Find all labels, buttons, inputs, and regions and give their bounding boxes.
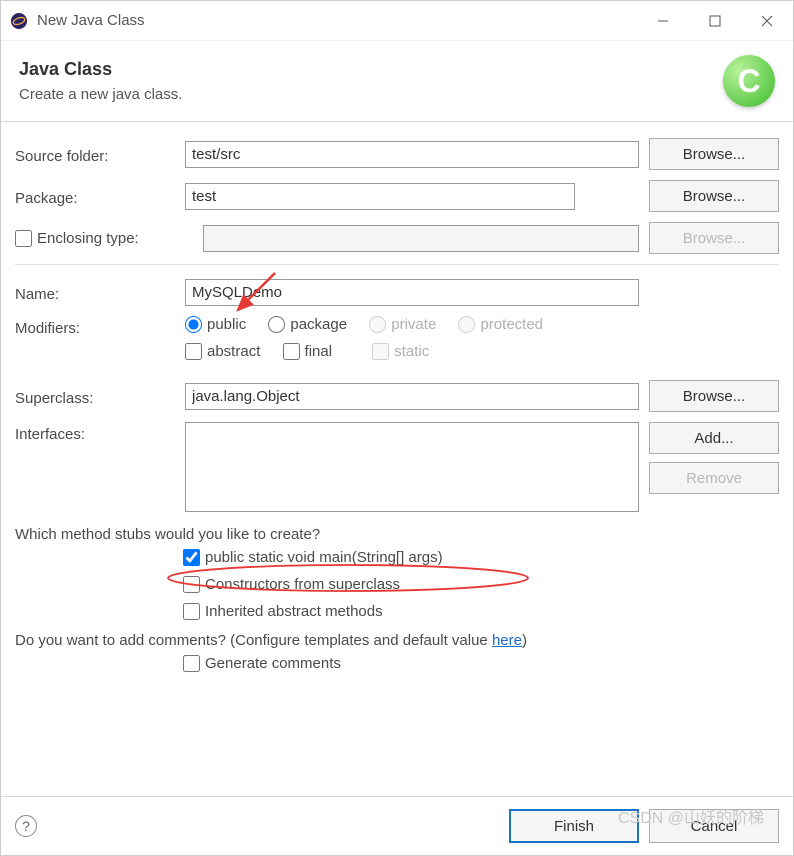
configure-templates-link[interactable]: here	[492, 632, 522, 649]
stub-constructors-check[interactable]: Constructors from superclass	[183, 576, 400, 593]
enclosing-type-checkbox[interactable]: Enclosing type:	[15, 230, 175, 247]
name-input[interactable]	[185, 279, 639, 306]
browse-package-button[interactable]: Browse...	[649, 180, 779, 212]
dialog-header: Java Class Create a new java class. C	[1, 41, 793, 122]
remove-interface-button: Remove	[649, 462, 779, 494]
modifier-abstract-check[interactable]: abstract	[185, 343, 260, 360]
modifier-private-radio: private	[369, 316, 436, 333]
source-folder-label: Source folder:	[15, 144, 175, 165]
package-label: Package:	[15, 186, 175, 207]
browse-enclosing-button: Browse...	[649, 222, 779, 254]
stubs-question: Which method stubs would you like to cre…	[15, 526, 779, 543]
stub-main-check[interactable]: public static void main(String[] args)	[183, 549, 443, 566]
superclass-label: Superclass:	[15, 386, 175, 407]
add-interface-button[interactable]: Add...	[649, 422, 779, 454]
class-icon: C	[723, 55, 775, 107]
browse-source-button[interactable]: Browse...	[649, 138, 779, 170]
superclass-input[interactable]	[185, 383, 639, 410]
source-folder-input[interactable]	[185, 141, 639, 168]
modifier-protected-radio: protected	[458, 316, 543, 333]
modifier-public-radio[interactable]: public	[185, 316, 246, 333]
package-input[interactable]	[185, 183, 575, 210]
finish-button[interactable]: Finish	[509, 809, 639, 843]
modifiers-label: Modifiers:	[15, 316, 175, 337]
dialog-subtitle: Create a new java class.	[19, 86, 723, 103]
help-icon[interactable]: ?	[15, 815, 37, 837]
browse-superclass-button[interactable]: Browse...	[649, 380, 779, 412]
window-title: New Java Class	[37, 12, 637, 29]
dialog-title: Java Class	[19, 59, 723, 80]
stub-inherited-check[interactable]: Inherited abstract methods	[183, 603, 383, 620]
generate-comments-check[interactable]: Generate comments	[183, 655, 341, 672]
separator	[15, 264, 779, 265]
enclosing-type-input	[203, 225, 639, 252]
dialog-footer: ? Finish Cancel	[1, 796, 793, 855]
maximize-button[interactable]	[689, 1, 741, 41]
eclipse-icon	[9, 11, 29, 31]
interfaces-label: Interfaces:	[15, 422, 175, 443]
modifier-package-radio[interactable]: package	[268, 316, 347, 333]
name-label: Name:	[15, 282, 175, 303]
cancel-button[interactable]: Cancel	[649, 809, 779, 843]
comments-question: Do you want to add comments? (Configure …	[15, 632, 779, 649]
titlebar: New Java Class	[1, 1, 793, 41]
minimize-button[interactable]	[637, 1, 689, 41]
interfaces-list[interactable]	[185, 422, 639, 512]
modifier-static-check: static	[372, 343, 429, 360]
close-button[interactable]	[741, 1, 793, 41]
modifier-final-check[interactable]: final	[283, 343, 333, 360]
